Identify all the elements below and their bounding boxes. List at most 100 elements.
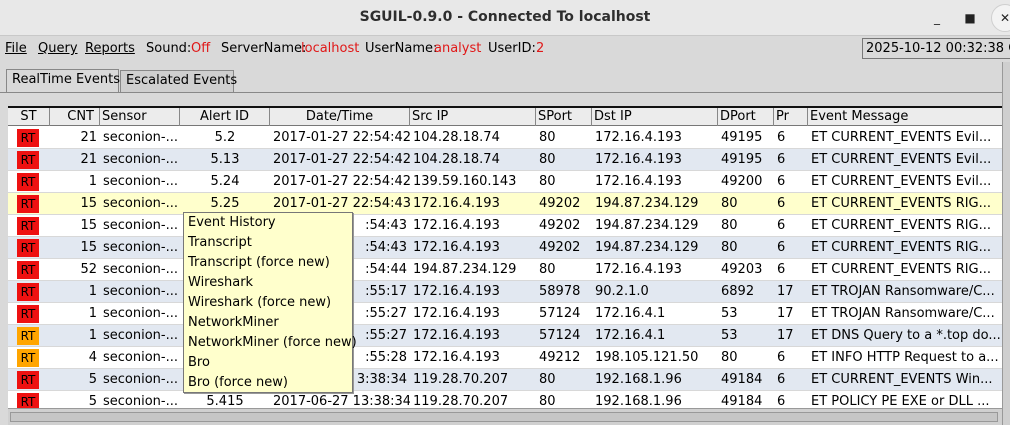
status-badge[interactable]: RT: [17, 217, 39, 235]
cell-sensor: seconion-...: [103, 350, 179, 365]
cell-dport: 80: [721, 218, 738, 233]
cell-dst-ip: 172.16.4.193: [595, 152, 682, 167]
menu-file[interactable]: File: [5, 41, 27, 56]
cell-sensor: seconion-...: [103, 152, 179, 167]
cell-alert-id: 5.415: [206, 394, 244, 408]
ctx-bro-force-new[interactable]: Bro (force new): [188, 373, 288, 393]
col-header-dport[interactable]: DPort: [718, 108, 774, 126]
table-row[interactable]: RT 1 seconion-...:55:27 172.16.4.193 57124 17…: [8, 303, 1002, 325]
status-badge[interactable]: RT: [17, 371, 39, 389]
status-badge[interactable]: RT: [17, 283, 39, 301]
col-header-src-ip[interactable]: Src IP: [410, 108, 536, 126]
cell-src-ip: 119.28.70.207: [413, 372, 509, 387]
table-row[interactable]: RT 1 seconion-... 5.24 2017-01-27 22:54:42 13…: [8, 171, 1002, 193]
col-header-sensor[interactable]: Sensor: [100, 108, 180, 126]
cell-cnt: 15: [80, 196, 97, 211]
status-badge[interactable]: RT: [17, 261, 39, 279]
tab-escalated-events[interactable]: Escalated Events: [120, 70, 237, 92]
status-badge[interactable]: RT: [17, 327, 39, 345]
horizontal-scrollbar[interactable]: [8, 408, 1002, 425]
cell-dst-ip: 172.16.4.193: [595, 262, 682, 277]
cell-sensor: seconion-...: [103, 218, 179, 233]
table-row[interactable]: RT 4 seconion-...:55:28 172.16.4.193 49212 19…: [8, 347, 1002, 369]
maximize-icon[interactable]: ■: [960, 8, 980, 28]
cell-sport: 57124: [539, 306, 581, 321]
scrollbar-thumb[interactable]: [10, 412, 998, 422]
ctx-networkminer[interactable]: NetworkMiner: [188, 313, 279, 333]
cell-pr: 6: [777, 152, 786, 167]
right-scrollbar[interactable]: [1002, 62, 1010, 425]
col-header-event-message[interactable]: Event Message: [808, 108, 1002, 126]
table-row[interactable]: RT 15 seconion-... 5.25 2017-01-27 22:54:43 1…: [8, 193, 1002, 215]
cell-cnt: 1: [88, 306, 97, 321]
cell-event-message: ET TROJAN Ransomware/C...: [811, 306, 995, 321]
cell-src-ip: 139.59.160.143: [413, 174, 517, 189]
cell-cnt: 52: [80, 262, 97, 277]
cell-sensor: seconion-...: [103, 328, 179, 343]
status-badge[interactable]: RT: [17, 129, 39, 147]
status-badge[interactable]: RT: [17, 151, 39, 169]
close-icon[interactable]: ✕: [991, 4, 1010, 32]
cell-event-message: ET CURRENT_EVENTS RIG...: [811, 218, 992, 233]
cell-dport: 53: [721, 306, 738, 321]
col-header-st[interactable]: ST: [8, 108, 50, 126]
col-header-sport[interactable]: SPort: [536, 108, 592, 126]
ctx-networkminer-force-new[interactable]: NetworkMiner (force new): [188, 333, 357, 353]
cell-alert-id: 5.2: [214, 130, 236, 145]
status-badge[interactable]: RT: [17, 349, 39, 367]
ctx-event-history[interactable]: Event History: [188, 213, 276, 233]
cell-pr: 6: [777, 350, 786, 365]
table-row[interactable]: RT 1 seconion-...:55:27 172.16.4.193 57124 17…: [8, 325, 1002, 347]
table-row[interactable]: RT 15 seconion-...:54:43 172.16.4.193 49202 1…: [8, 215, 1002, 237]
status-badge[interactable]: RT: [17, 393, 39, 408]
cell-event-message: ET CURRENT_EVENTS Evil...: [811, 152, 992, 167]
ctx-bro[interactable]: Bro: [188, 353, 210, 373]
cell-sport: 49202: [539, 196, 581, 211]
cell-src-ip: 172.16.4.193: [413, 284, 500, 299]
status-badge[interactable]: RT: [17, 239, 39, 257]
table-row[interactable]: RT 21 seconion-... 5.2 2017-01-27 22:54:42 10…: [8, 127, 1002, 149]
cell-sensor: seconion-...: [103, 284, 179, 299]
cell-dst-ip: 194.87.234.129: [595, 218, 699, 233]
cell-cnt: 5: [88, 372, 97, 387]
cell-dst-ip: 192.168.1.96: [595, 394, 682, 408]
cell-cnt: 15: [80, 240, 97, 255]
ctx-transcript[interactable]: Transcript: [188, 233, 252, 253]
user-name-label: UserName:: [365, 41, 438, 56]
table-row[interactable]: RT 1 seconion-...:55:17 172.16.4.193 58978 90…: [8, 281, 1002, 303]
table-header: ST CNT Sensor Alert ID Date/Time Src IP …: [8, 108, 1002, 126]
menu-query[interactable]: Query: [38, 41, 78, 56]
ctx-wireshark-force-new[interactable]: Wireshark (force new): [188, 293, 331, 313]
cell-sensor: seconion-...: [103, 394, 179, 408]
col-header-dst-ip[interactable]: Dst IP: [592, 108, 718, 126]
cell-sport: 80: [539, 394, 556, 408]
menu-reports[interactable]: Reports: [85, 41, 135, 56]
sound-value[interactable]: Off: [191, 41, 210, 56]
col-header-alert-id[interactable]: Alert ID: [180, 108, 270, 126]
table-row[interactable]: RT 52 seconion-...:54:44 194.87.234.129 80 17…: [8, 259, 1002, 281]
cell-sensor: seconion-...: [103, 174, 179, 189]
table-row[interactable]: RT 15 seconion-...:54:43 172.16.4.193 49202 1…: [8, 237, 1002, 259]
cell-dst-ip: 90.2.1.0: [595, 284, 649, 299]
cell-cnt: 21: [80, 152, 97, 167]
status-badge[interactable]: RT: [17, 173, 39, 191]
tab-realtime-events[interactable]: RealTime Events: [6, 69, 120, 93]
cell-src-ip: 172.16.4.193: [413, 196, 500, 211]
ctx-transcript-force-new[interactable]: Transcript (force new): [188, 253, 330, 273]
col-header-cnt[interactable]: CNT: [50, 108, 100, 126]
status-badge[interactable]: RT: [17, 305, 39, 323]
table-row[interactable]: RT 5 seconion-... 3:38:34 119.28.70.207 80 192…: [8, 369, 1002, 391]
cell-dport: 49184: [721, 394, 763, 408]
cell-cnt: 1: [88, 174, 97, 189]
minimize-icon[interactable]: _: [927, 8, 947, 28]
cell-event-message: ET CURRENT_EVENTS RIG...: [811, 240, 992, 255]
ctx-wireshark[interactable]: Wireshark: [188, 273, 253, 293]
col-header-pr[interactable]: Pr: [774, 108, 808, 126]
col-header-datetime[interactable]: Date/Time: [270, 108, 410, 126]
table-row[interactable]: RT 5 seconion-... 5.415 2017-06-27 13:38:34 1…: [8, 391, 1002, 408]
table-row[interactable]: RT 21 seconion-... 5.13 2017-01-27 22:54:42 1…: [8, 149, 1002, 171]
cell-sport: 80: [539, 262, 556, 277]
status-badge[interactable]: RT: [17, 195, 39, 213]
cell-pr: 17: [777, 328, 794, 343]
menu-bar: File Query Reports Sound: Off ServerName…: [0, 36, 1010, 61]
